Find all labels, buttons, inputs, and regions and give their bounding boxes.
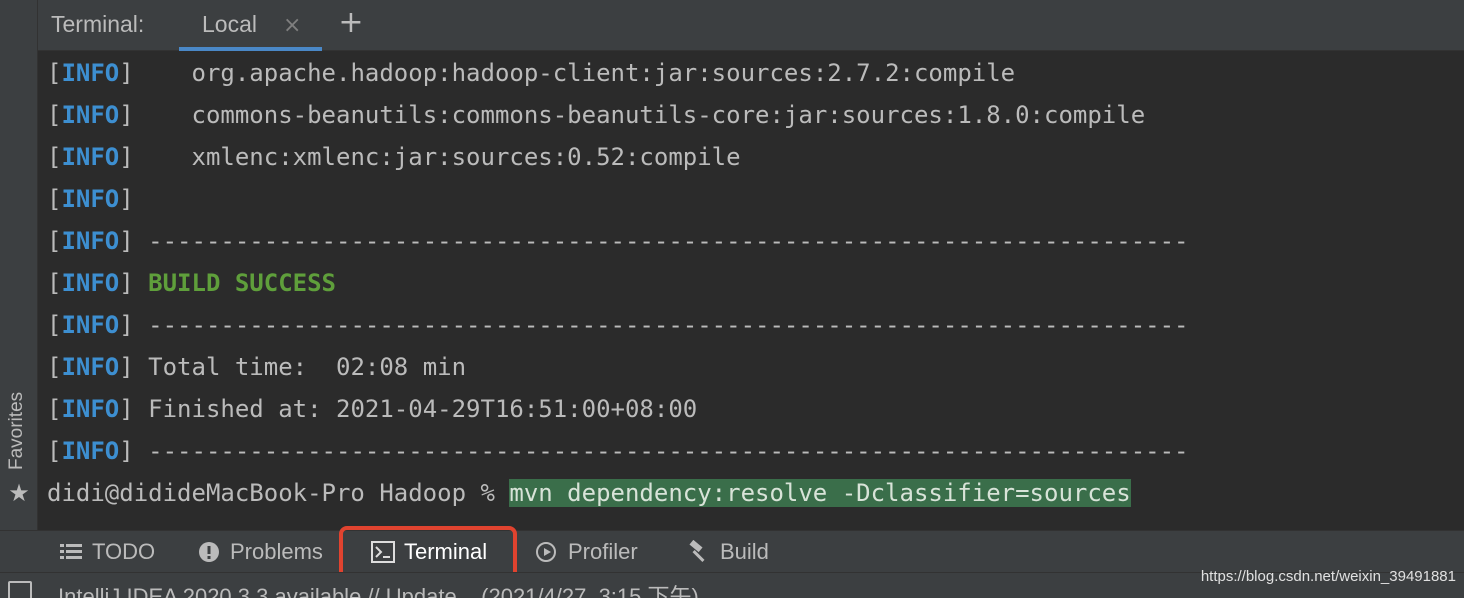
build-label: Build [720, 539, 769, 564]
build-tool-button[interactable]: Build [686, 531, 769, 573]
hammer-icon [686, 539, 712, 565]
terminal-output[interactable]: [INFO] org.apache.hadoop:hadoop-client:j… [38, 52, 1464, 528]
profiler-label: Profiler [568, 539, 638, 564]
alert-icon [196, 539, 222, 565]
terminal-icon [370, 539, 396, 565]
terminal-line: [INFO] xmlenc:xmlenc:jar:sources:0.52:co… [47, 143, 741, 171]
problems-label: Problems [230, 539, 323, 564]
add-tab-icon[interactable]: + [337, 5, 365, 40]
terminal-tab-header: Terminal: Local × + [38, 0, 1464, 51]
tab-local-label: Local [202, 11, 257, 37]
terminal-line: [INFO] [47, 185, 149, 213]
build-success-line: [INFO] BUILD SUCCESS [47, 269, 336, 297]
terminal-line: [INFO] ---------------------------------… [47, 227, 1189, 255]
todo-label: TODO [92, 539, 156, 564]
tool-window-bar: TODO Problems Terminal Profiler Build [0, 530, 1464, 572]
star-icon[interactable]: ★ [6, 480, 32, 506]
active-tab-indicator [179, 47, 322, 51]
left-tool-strip: Favorites ★ [0, 0, 38, 530]
update-notification[interactable]: IntelliJ IDEA 2020.3.3 available // Upda… [58, 579, 699, 598]
terminal-line: [INFO] Finished at: 2021-04-29T16:51:00+… [47, 395, 698, 423]
problems-tool-button[interactable]: Problems [196, 531, 323, 573]
todo-tool-button[interactable]: TODO [58, 531, 155, 573]
shell-command[interactable]: mvn dependency:resolve -Dclassifier=sour… [509, 479, 1131, 507]
favorites-tab-label[interactable]: Favorites [6, 392, 28, 470]
watermark: https://blog.csdn.net/weixin_39491881 [1200, 568, 1456, 585]
tab-local[interactable]: Local × [179, 0, 322, 51]
shell-prompt: didi@dididеMacBook-Pro Hadoop % [47, 479, 510, 507]
profiler-icon [534, 539, 560, 565]
terminal-line: [INFO] ---------------------------------… [47, 437, 1189, 465]
list-icon [58, 539, 84, 565]
terminal-line: [INFO] org.apache.hadoop:hadoop-client:j… [47, 59, 1016, 87]
close-icon[interactable]: × [283, 13, 301, 38]
terminal-label: Terminal [404, 539, 488, 564]
terminal-tool-button[interactable]: Terminal [370, 531, 487, 573]
terminal-line: [INFO] Total time: 02:08 min [47, 353, 467, 381]
tool-window-title: Terminal: [51, 11, 145, 37]
terminal-line: [INFO] ---------------------------------… [47, 311, 1189, 339]
terminal-prompt-line[interactable]: didi@dididеMacBook-Pro Hadoop % mvn depe… [47, 476, 1131, 510]
terminal-line: [INFO] commons-beanutils:commons-beanuti… [47, 101, 1146, 129]
profiler-tool-button[interactable]: Profiler [534, 531, 638, 573]
window-icon[interactable] [8, 581, 32, 598]
